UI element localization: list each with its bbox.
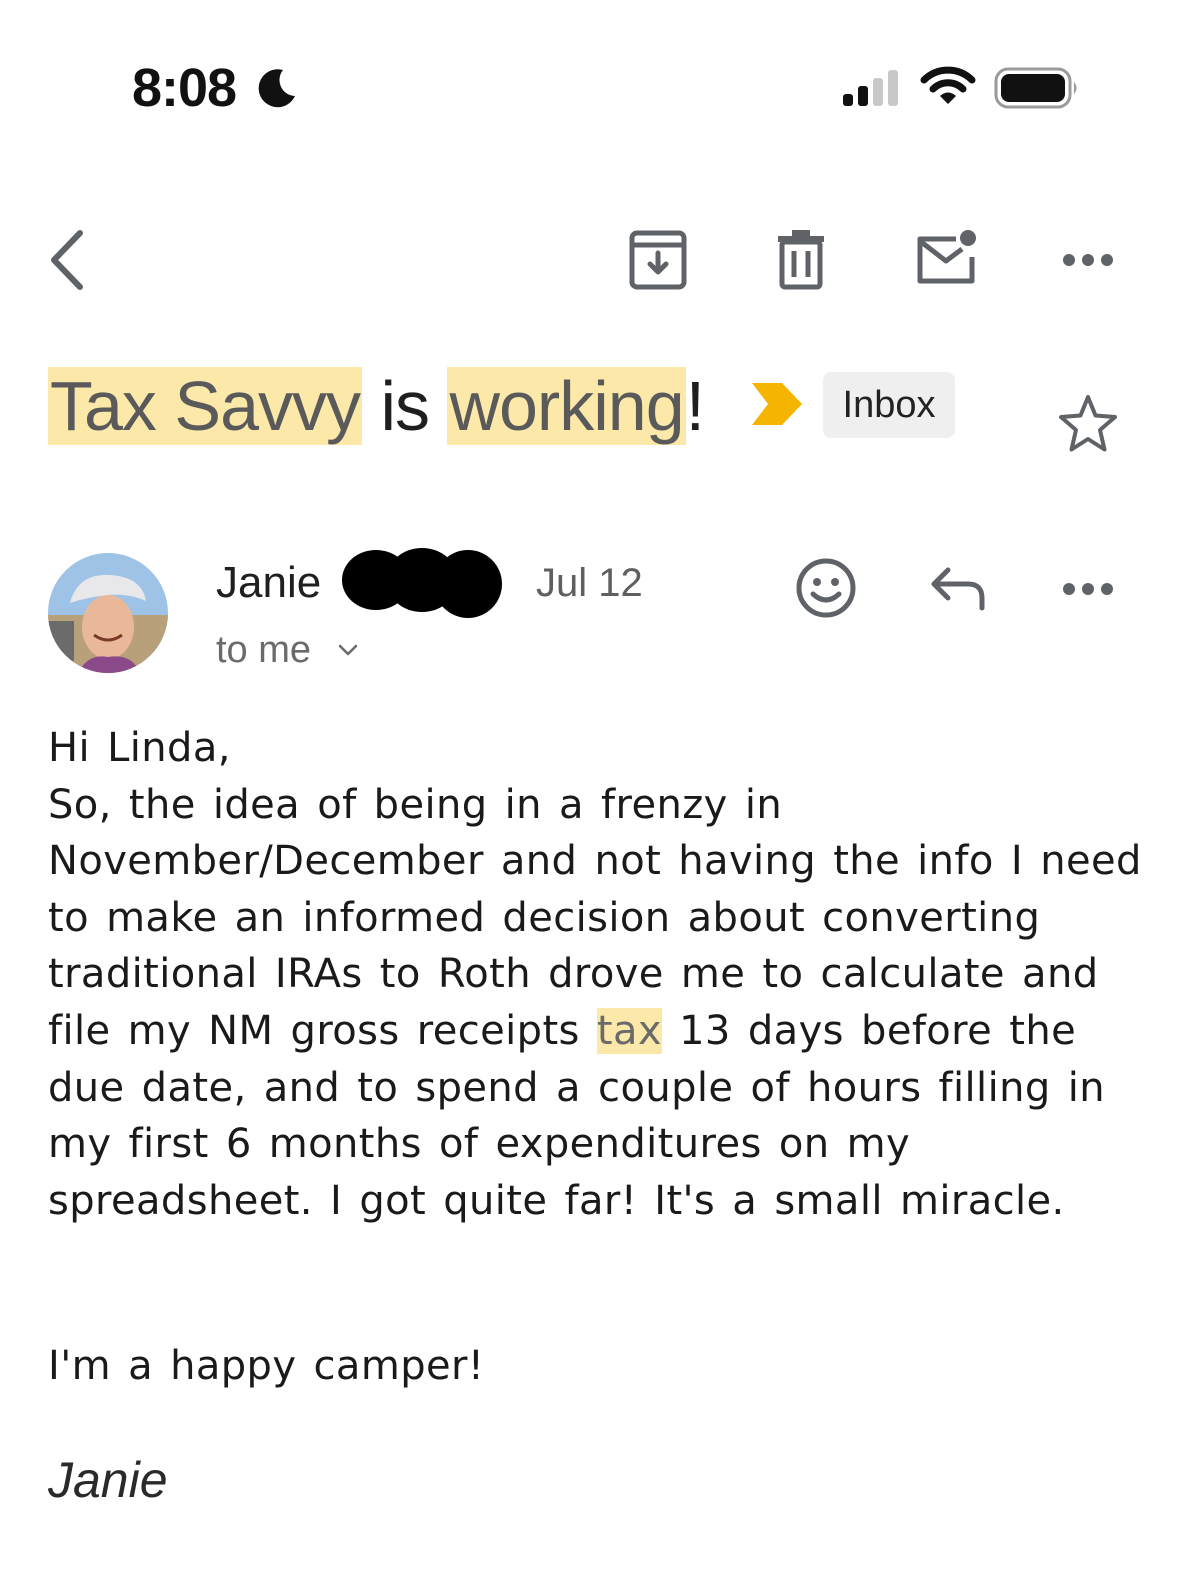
subject-text-4: ! — [685, 367, 705, 445]
moon-icon — [258, 69, 295, 108]
star-icon[interactable] — [1056, 392, 1120, 456]
subject-highlight-1: Tax Savvy — [48, 367, 362, 445]
archive-icon[interactable] — [622, 225, 692, 295]
reply-icon[interactable] — [924, 556, 990, 622]
signature: Janie — [48, 1452, 168, 1508]
recipient-details[interactable]: to me — [216, 626, 311, 674]
status-time: 8:08 — [132, 58, 237, 118]
greeting-line: Hi Linda, — [48, 725, 231, 771]
subject-highlight-3: working — [447, 367, 686, 445]
inbox-label-chip[interactable]: Inbox — [823, 372, 955, 438]
message-body: Hi Linda, So, the idea of being in a fre… — [48, 720, 1148, 1229]
trash-icon[interactable] — [766, 225, 836, 295]
cellular-signal-icon — [843, 70, 898, 106]
chevron-down-icon[interactable] — [336, 638, 360, 662]
importance-marker-icon[interactable] — [752, 381, 804, 427]
battery-icon — [994, 67, 1077, 109]
body-highlight: tax — [596, 1007, 662, 1054]
avatar-photo — [48, 553, 168, 673]
closing-line: I'm a happy camper! — [48, 1343, 485, 1389]
subject-text-2: is — [362, 367, 448, 445]
message-more-icon[interactable] — [1056, 556, 1126, 622]
back-chevron-icon[interactable] — [38, 225, 108, 295]
redaction-mark — [342, 548, 502, 618]
smiley-icon[interactable] — [794, 556, 858, 620]
email-subject: Tax Savvy is working! — [48, 358, 705, 454]
more-options-icon[interactable] — [1056, 225, 1126, 295]
mark-unread-icon[interactable] — [910, 225, 980, 295]
message-date: Jul 12 — [536, 561, 643, 605]
sender-name[interactable]: Janie — [216, 556, 321, 610]
wifi-icon — [920, 66, 976, 104]
body-paragraph: So, the idea of being in a frenzy in Nov… — [48, 777, 1148, 1230]
sender-avatar[interactable] — [48, 553, 168, 673]
